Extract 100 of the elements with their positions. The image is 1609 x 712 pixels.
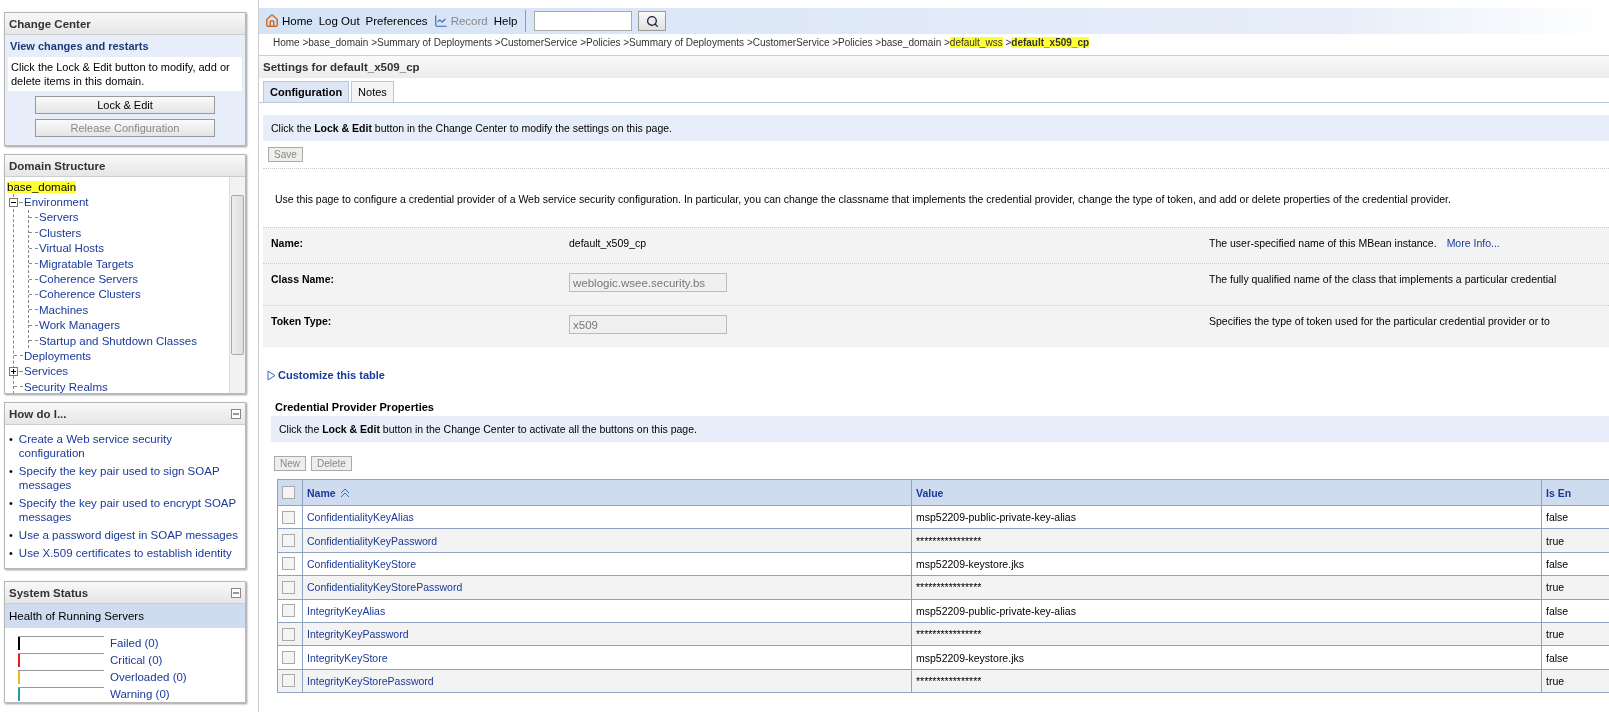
- tree-item[interactable]: Coherence Servers: [39, 273, 139, 286]
- table-cell: false: [1546, 604, 1569, 617]
- property-link[interactable]: ConfidentialityKeyStorePassword: [307, 581, 463, 594]
- breadcrumb-separator: >: [943, 37, 950, 48]
- property-link[interactable]: IntegrityKeyAlias: [307, 604, 386, 617]
- breadcrumb-link[interactable]: Summary of Deployments: [377, 37, 493, 48]
- breadcrumb-link[interactable]: base_domain: [308, 37, 369, 48]
- lock-edit-button[interactable]: Lock & Edit: [35, 96, 215, 114]
- row-checkbox[interactable]: [282, 604, 295, 618]
- customize-link[interactable]: Customize this table: [267, 369, 1609, 381]
- tree-item[interactable]: Environment: [24, 196, 89, 209]
- table-cell: msp52209-public-private-key-alias: [916, 511, 1076, 524]
- toolbar-link[interactable]: Home: [265, 14, 313, 28]
- tree-item[interactable]: Security Realms: [24, 380, 108, 393]
- tree-item[interactable]: Services: [24, 365, 69, 378]
- breadcrumb-link[interactable]: default_x509_cp: [1011, 37, 1090, 48]
- breadcrumb-separator: >: [874, 37, 882, 48]
- tree-item[interactable]: Coherence Clusters: [39, 288, 141, 301]
- help-link[interactable]: Create a Web service security configuration: [18, 432, 241, 460]
- search-field[interactable]: [534, 11, 633, 31]
- settings-title: Settings for default_x509_cp: [259, 55, 1609, 78]
- tab[interactable]: Configuration: [263, 81, 350, 102]
- toolbar-link[interactable]: Log Out: [318, 15, 360, 27]
- property-link[interactable]: ConfidentialityKeyPassword: [307, 534, 438, 547]
- table-cell: msp52209-public-private-key-alias: [916, 604, 1076, 617]
- field-help: Specifies the type of token used for the particular credential provider or to: [1209, 315, 1550, 327]
- tree-item[interactable]: Migratable Targets: [39, 257, 134, 270]
- field-help: The user-specified name of this MBean instance.: [1209, 237, 1437, 249]
- help-text: Click the Lock & Edit button to modify, add or delete items in this domain.: [8, 57, 242, 91]
- search-button[interactable]: [638, 11, 667, 31]
- breadcrumb-separator: >: [370, 37, 377, 48]
- breadcrumb-link[interactable]: Home: [273, 37, 300, 48]
- more-info-link[interactable]: More Info...: [1446, 237, 1500, 249]
- expand-icon[interactable]: [9, 366, 18, 376]
- tab[interactable]: Notes: [351, 81, 394, 102]
- tree-item[interactable]: Virtual Hosts: [39, 242, 104, 255]
- bullet: •: [9, 432, 13, 446]
- table-cell: ****************: [916, 581, 982, 594]
- collapse-icon[interactable]: [9, 197, 18, 207]
- field-label: Name:: [271, 237, 305, 249]
- field-value: default_x509_cp: [569, 237, 648, 249]
- chart-icon: [433, 14, 448, 28]
- panel-title: How do I...: [9, 407, 67, 420]
- table-cell: ****************: [916, 628, 982, 641]
- property-link[interactable]: ConfidentialityKeyAlias: [307, 511, 414, 524]
- table-cell: false: [1546, 651, 1569, 664]
- breadcrumb-separator: >: [831, 37, 839, 48]
- breadcrumb-link[interactable]: Policies: [586, 37, 621, 48]
- row-checkbox[interactable]: [282, 580, 295, 594]
- health-heading: Health of Running Servers: [5, 604, 245, 628]
- column-header[interactable]: Name: [307, 486, 350, 499]
- select-all-checkbox[interactable]: [282, 486, 295, 499]
- row-checkbox[interactable]: [282, 510, 295, 524]
- breadcrumb-link[interactable]: CustomerService: [500, 37, 578, 48]
- property-link[interactable]: IntegrityKeyStore: [307, 651, 388, 664]
- tree-item[interactable]: Servers: [39, 211, 79, 224]
- breadcrumb-separator: >: [301, 37, 309, 48]
- field-label: Class Name:: [271, 273, 336, 285]
- toolbar-link[interactable]: Preferences: [365, 15, 428, 27]
- search-icon: [645, 14, 659, 28]
- bullet: •: [9, 464, 13, 478]
- table-cell: false: [1546, 557, 1569, 570]
- breadcrumb-link[interactable]: Policies: [838, 37, 873, 48]
- breadcrumb-link[interactable]: Summary of Deployments: [629, 37, 745, 48]
- property-link[interactable]: IntegrityKeyPassword: [307, 628, 409, 641]
- field-label: Token Type:: [271, 315, 333, 327]
- scrollbar[interactable]: [229, 177, 245, 393]
- tree-item[interactable]: Clusters: [39, 226, 82, 239]
- status-link[interactable]: Warning (0): [110, 687, 170, 700]
- breadcrumb-link[interactable]: base_domain: [881, 37, 942, 48]
- tree-item[interactable]: base_domain: [7, 180, 77, 193]
- table-title: Credential Provider Properties: [275, 401, 435, 413]
- table-cell: ****************: [916, 674, 982, 687]
- status-link[interactable]: Critical (0): [110, 653, 163, 666]
- breadcrumb-separator: >: [622, 37, 630, 48]
- tree-item[interactable]: Startup and Shutdown Classes: [39, 334, 197, 347]
- help-link[interactable]: Specify the key pair used to sign SOAP messages: [18, 464, 241, 492]
- row-checkbox[interactable]: [282, 651, 295, 665]
- status-link[interactable]: Failed (0): [110, 636, 159, 649]
- table-cell: msp52209-keystore.jks: [916, 651, 1024, 664]
- property-link[interactable]: ConfidentialityKeyStore: [307, 557, 417, 570]
- breadcrumb-link[interactable]: CustomerService: [752, 37, 830, 48]
- tree-item[interactable]: Work Managers: [39, 319, 120, 332]
- status-link[interactable]: Overloaded (0): [110, 670, 187, 683]
- tree-item[interactable]: Machines: [39, 303, 89, 316]
- row-checkbox[interactable]: [282, 627, 295, 641]
- column-header[interactable]: Value: [916, 486, 944, 499]
- bullet: •: [9, 496, 13, 510]
- help-link[interactable]: Use X.509 certificates to establish identity: [18, 546, 232, 560]
- row-checkbox[interactable]: [282, 557, 295, 571]
- column-header[interactable]: Is En: [1546, 486, 1572, 499]
- help-link[interactable]: Use a password digest in SOAP messages: [18, 528, 238, 542]
- row-checkbox[interactable]: [282, 534, 295, 548]
- bullet: •: [9, 528, 13, 542]
- panel-title: Domain Structure: [9, 159, 106, 172]
- toolbar-link[interactable]: Help: [493, 15, 518, 27]
- help-link[interactable]: Specify the key pair used to encrypt SOAP messages: [18, 496, 241, 524]
- tree-item[interactable]: Deployments: [24, 350, 92, 362]
- property-link[interactable]: IntegrityKeyStorePassword: [307, 674, 434, 687]
- row-checkbox[interactable]: [282, 674, 295, 688]
